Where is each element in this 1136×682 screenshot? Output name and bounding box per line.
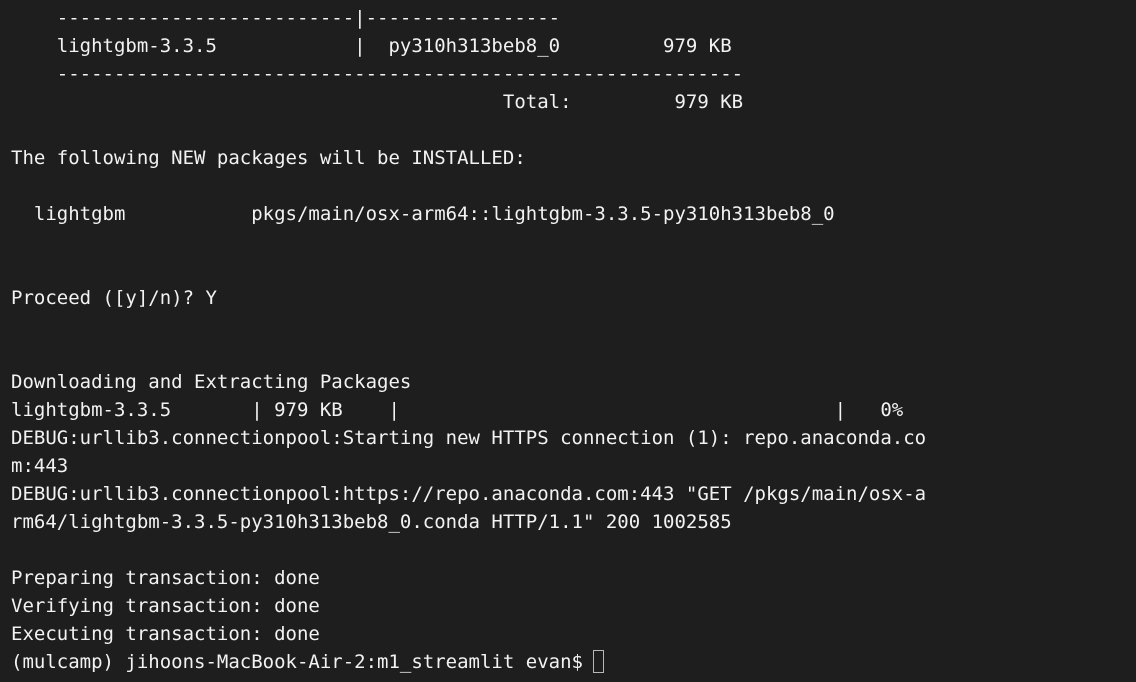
terminal-line: Total: 979 KB (11, 91, 744, 113)
shell-prompt: (mulcamp) jihoons-MacBook-Air-2:m1_strea… (11, 651, 583, 673)
terminal-window[interactable]: --------------------------|-------------… (0, 0, 1136, 682)
terminal-line: Proceed ([y]/n)? Y (11, 287, 217, 309)
terminal-line: Downloading and Extracting Packages (11, 371, 412, 393)
terminal-line: Executing transaction: done (11, 623, 320, 645)
text-cursor[interactable] (592, 650, 604, 673)
terminal-line: --------------------------|-------------… (11, 7, 561, 29)
terminal-line: DEBUG:urllib3.connectionpool:Starting ne… (11, 427, 927, 449)
terminal-line: lightgbm pkgs/main/osx-arm64::lightgbm-3… (11, 203, 835, 225)
terminal-line: Verifying transaction: done (11, 595, 320, 617)
terminal-output: --------------------------|-------------… (11, 4, 926, 676)
terminal-line: lightgbm-3.3.5 | py310h313beb8_0 979 KB (11, 35, 732, 57)
terminal-line: m:443 (11, 455, 69, 477)
terminal-line: The following NEW packages will be INSTA… (11, 147, 526, 169)
terminal-line: DEBUG:urllib3.connectionpool:https://rep… (11, 483, 927, 505)
progress-line: lightgbm-3.3.5 | 979 KB | | 0% (11, 399, 904, 421)
terminal-line: Preparing transaction: done (11, 567, 320, 589)
terminal-line: ----------------------------------------… (11, 63, 744, 85)
terminal-line: rm64/lightgbm-3.3.5-py310h313beb8_0.cond… (11, 511, 732, 533)
command-prompt-line[interactable]: (mulcamp) jihoons-MacBook-Air-2:m1_strea… (11, 648, 926, 676)
